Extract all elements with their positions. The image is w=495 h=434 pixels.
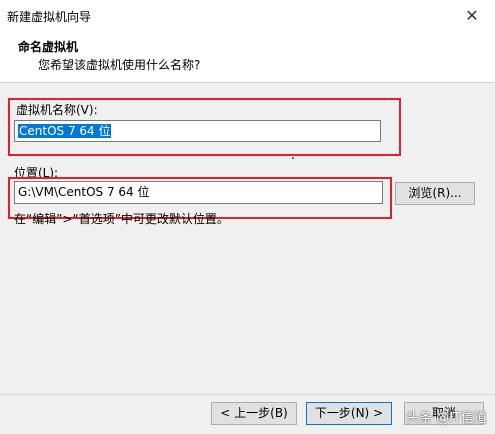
location-hint: 在“编辑”>“首选项”中可更改默认位置。 <box>14 212 229 226</box>
next-button[interactable]: 下一步(N) > <box>306 402 392 425</box>
watermark: 头条 @IT信道 <box>406 411 487 426</box>
stray-dot <box>292 157 294 159</box>
window-title: 新建虚拟机向导 <box>7 10 92 24</box>
back-button[interactable]: < 上一步(B) <box>211 402 297 425</box>
title-bar: 新建虚拟机向导 ✕ <box>0 0 495 32</box>
page-subtitle: 您希望该虚拟机使用什么名称? <box>38 58 201 72</box>
wizard-header: 命名虚拟机 您希望该虚拟机使用什么名称? <box>0 32 495 83</box>
footer-separator <box>0 394 495 395</box>
close-icon[interactable]: ✕ <box>449 0 495 32</box>
browse-button[interactable]: 浏览(R)... <box>395 182 475 205</box>
annotation-box-name <box>8 98 401 156</box>
page-title: 命名虚拟机 <box>18 40 79 54</box>
